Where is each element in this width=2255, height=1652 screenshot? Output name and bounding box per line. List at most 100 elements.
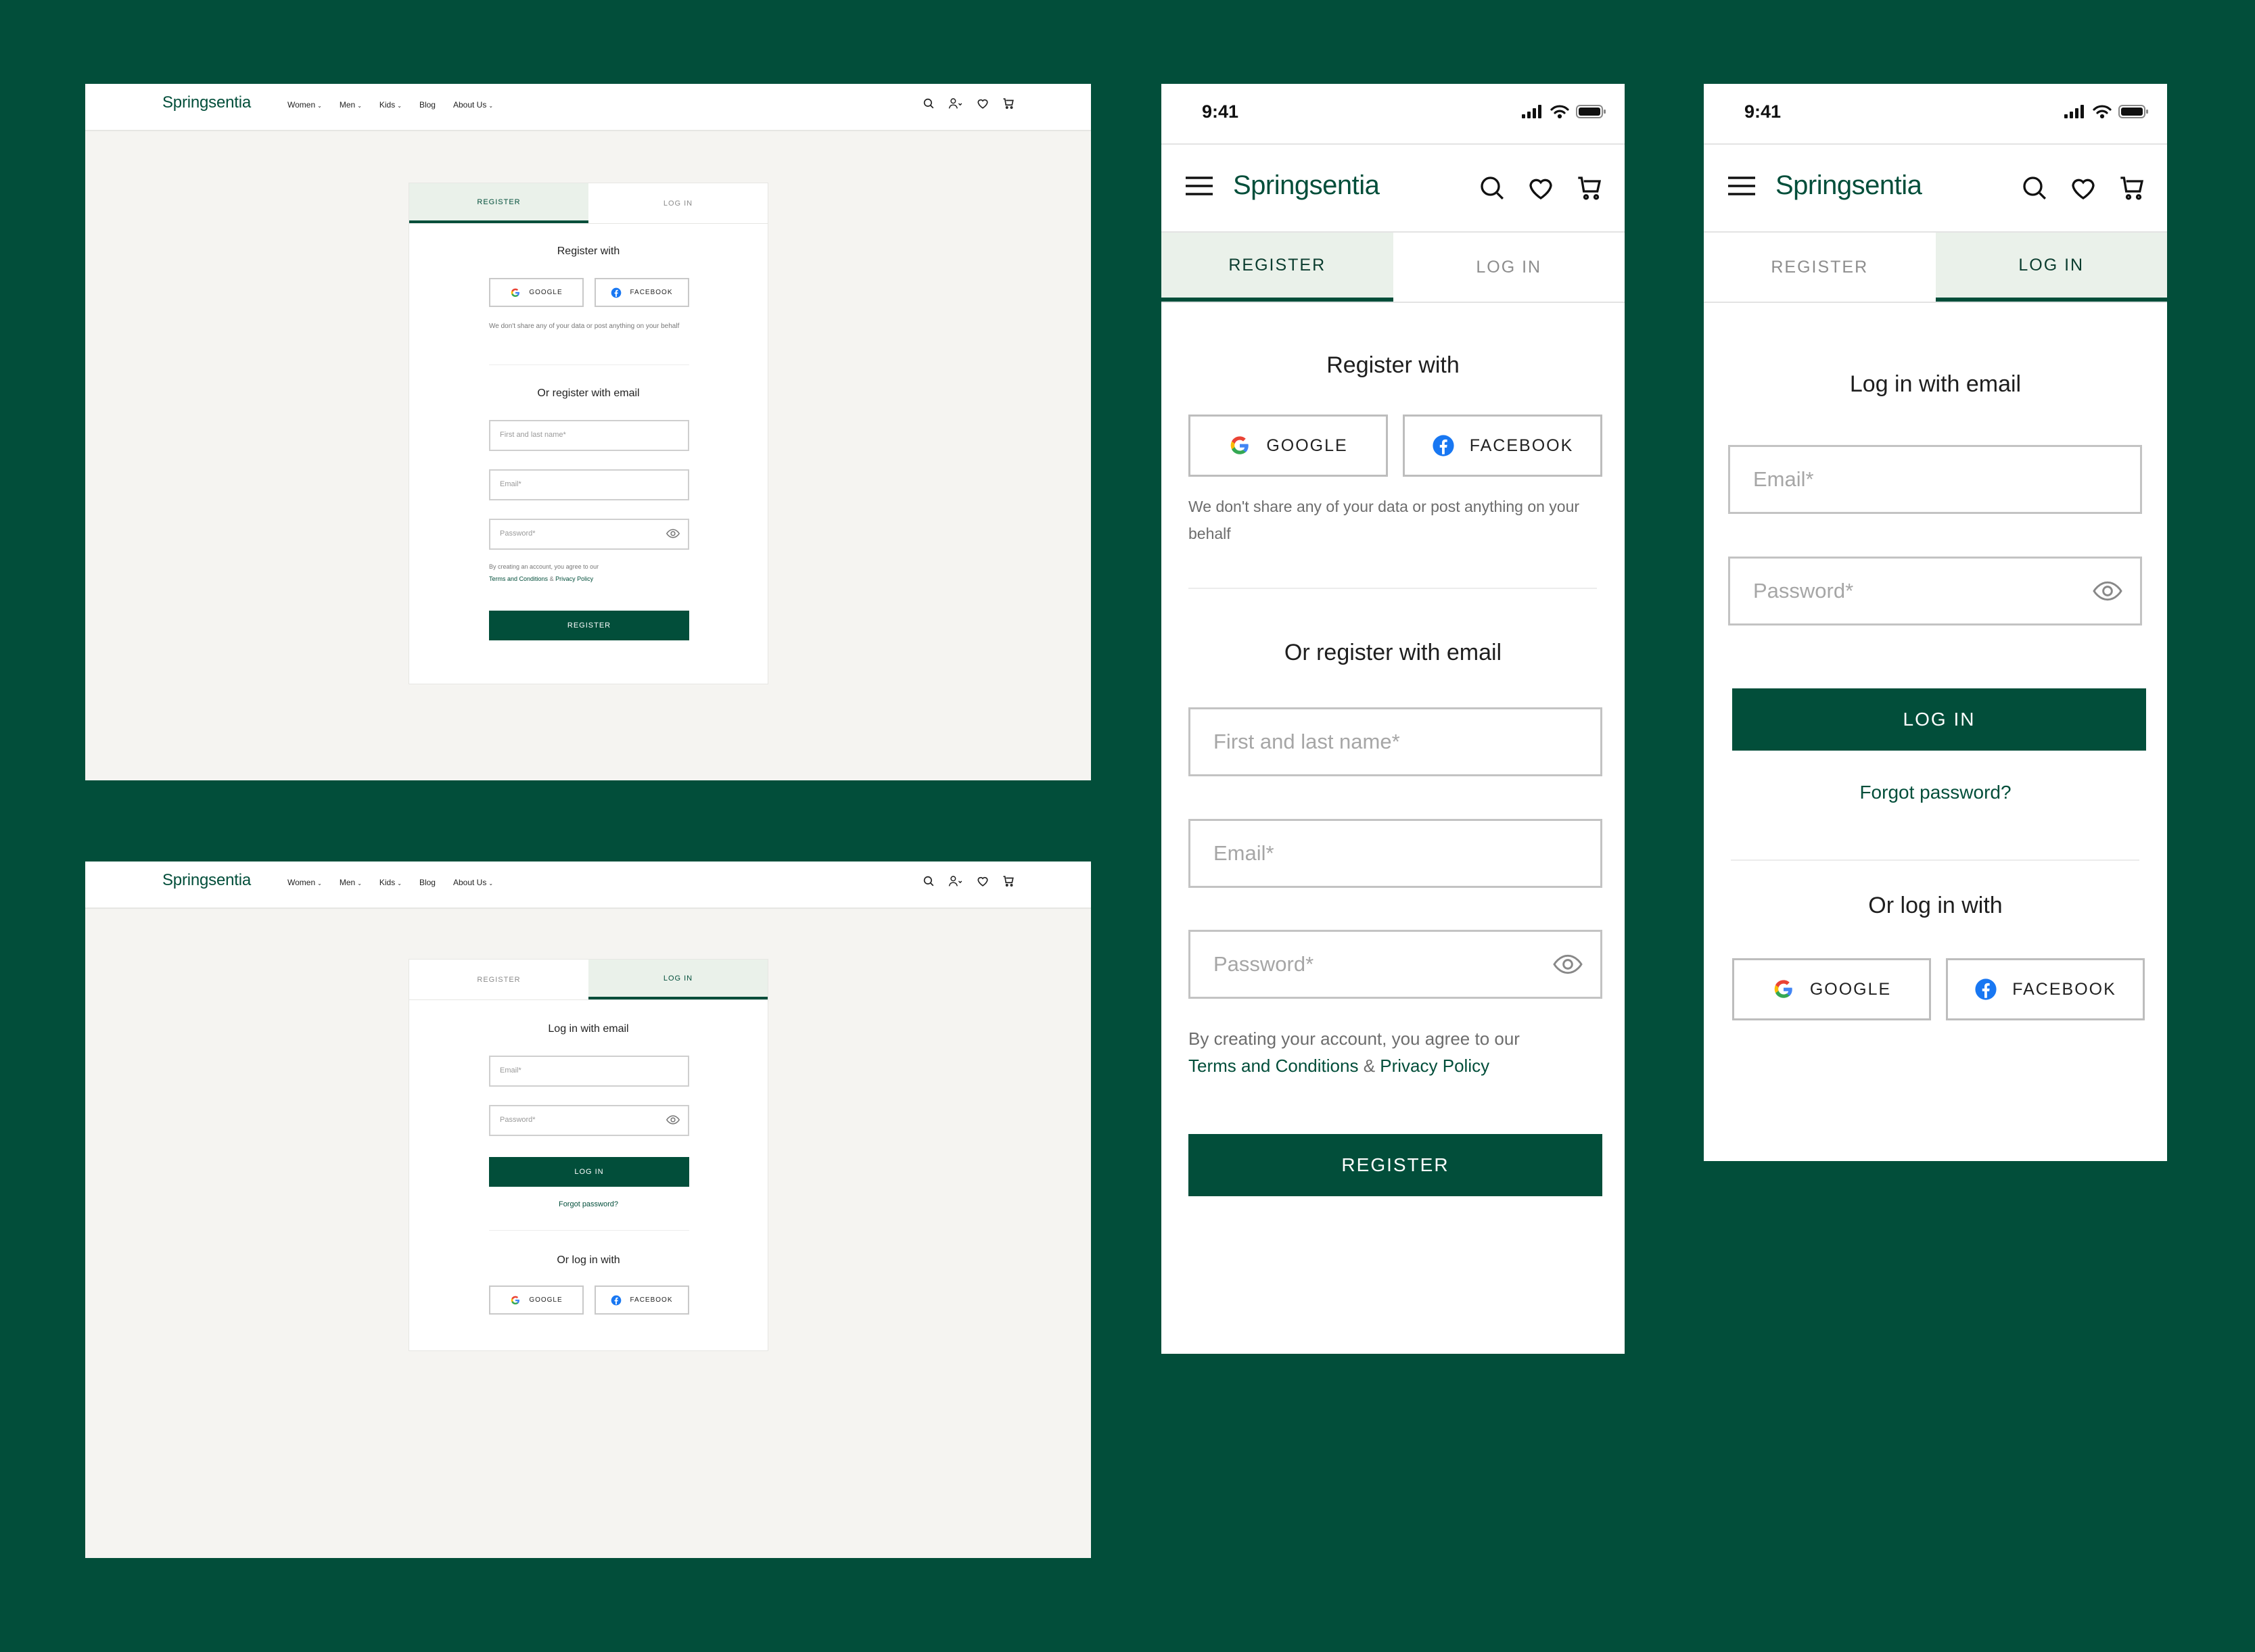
heart-icon[interactable]	[2070, 174, 2097, 202]
account-icon[interactable]	[948, 97, 963, 110]
menu-item-blog[interactable]: Blog	[419, 100, 436, 110]
battery-icon	[2118, 104, 2148, 119]
google-label: GOOGLE	[529, 289, 563, 296]
terms-link[interactable]: Terms and Conditions	[1188, 1056, 1358, 1076]
cart-icon[interactable]	[1002, 97, 1015, 110]
top-navigation: Springsentia Women ⌄ Men ⌄ Kids ⌄ Blog Abou…	[85, 862, 1091, 909]
eye-icon[interactable]	[2093, 577, 2122, 605]
auth-tabs: REGISTER LOG IN	[1161, 233, 1625, 303]
eye-icon[interactable]	[1553, 951, 1583, 978]
facebook-label: FACEBOOK	[630, 289, 673, 296]
email-field[interactable]: Email*	[1728, 445, 2142, 514]
hamburger-menu-icon[interactable]	[1186, 176, 1213, 196]
google-label: GOOGLE	[1266, 435, 1348, 455]
cart-icon[interactable]	[1002, 875, 1015, 887]
register-button[interactable]: REGISTER	[489, 611, 689, 640]
search-icon[interactable]	[923, 97, 935, 110]
google-button[interactable]: GOOGLE	[489, 278, 584, 307]
menu-item-men[interactable]: Men ⌄	[340, 878, 362, 887]
status-icons	[1522, 104, 1606, 119]
menu-item-kids[interactable]: Kids ⌄	[379, 100, 402, 110]
hamburger-menu-icon[interactable]	[1728, 176, 1755, 196]
menu-item-kids[interactable]: Kids ⌄	[379, 878, 402, 887]
email-field[interactable]: Email*	[1188, 819, 1602, 888]
divider	[489, 1230, 689, 1231]
eye-icon[interactable]	[666, 1114, 680, 1125]
status-icons	[2064, 104, 2148, 119]
brand-logo[interactable]: Springsentia	[1775, 170, 1922, 201]
heart-icon[interactable]	[977, 97, 989, 110]
cart-icon[interactable]	[1576, 174, 1603, 202]
google-button[interactable]: GOOGLE	[489, 1285, 584, 1315]
cart-icon[interactable]	[2118, 174, 2145, 202]
menu-item-about[interactable]: About Us ⌄	[453, 878, 493, 887]
register-button[interactable]: REGISTER	[1188, 1134, 1602, 1196]
brand-logo[interactable]: Springsentia	[162, 93, 251, 112]
mobile-header: Springsentia	[1704, 145, 2167, 233]
facebook-button[interactable]: FACEBOOK	[1403, 415, 1602, 477]
menu-item-blog[interactable]: Blog	[419, 878, 436, 887]
status-bar: 9:41	[1704, 84, 2167, 145]
tab-register[interactable]: REGISTER	[409, 183, 588, 223]
login-button[interactable]: LOG IN	[1732, 688, 2146, 751]
menu-item-women[interactable]: Women ⌄	[287, 878, 322, 887]
chevron-down-icon: ⌄	[397, 103, 402, 109]
desktop-register-screen: Springsentia Women ⌄ Men ⌄ Kids ⌄ Blog Abou…	[85, 84, 1091, 780]
google-icon	[510, 287, 521, 298]
google-button[interactable]: GOOGLE	[1188, 415, 1388, 477]
tab-register[interactable]: REGISTER	[1704, 233, 1936, 302]
divider	[1188, 588, 1597, 589]
password-field[interactable]: Password*	[489, 1105, 689, 1136]
register-with-heading: Register with	[557, 245, 620, 257]
tab-login[interactable]: LOG IN	[1935, 233, 2167, 302]
battery-icon	[1576, 104, 1606, 119]
name-field[interactable]: First and last name*	[489, 420, 689, 451]
facebook-button[interactable]: FACEBOOK	[1946, 958, 2145, 1020]
facebook-button[interactable]: FACEBOOK	[595, 1285, 689, 1315]
chevron-down-icon: ⌄	[357, 103, 362, 109]
menu-item-about[interactable]: About Us ⌄	[453, 100, 493, 110]
privacy-note: We don't share any of your data or post …	[489, 323, 680, 330]
desktop-login-screen: Springsentia Women ⌄ Men ⌄ Kids ⌄ Blog Abou…	[85, 862, 1091, 1558]
privacy-note: We don't share any of your data or post …	[1188, 498, 1580, 542]
privacy-link[interactable]: Privacy Policy	[555, 575, 593, 582]
tab-login[interactable]: LOG IN	[588, 183, 768, 223]
search-icon[interactable]	[2021, 174, 2048, 202]
brand-logo[interactable]: Springsentia	[1233, 170, 1380, 201]
google-icon	[510, 1295, 521, 1306]
email-field[interactable]: Email*	[489, 1056, 689, 1087]
name-field[interactable]: First and last name*	[1188, 707, 1602, 776]
google-label: GOOGLE	[1809, 979, 1892, 999]
password-field[interactable]: Password*	[1188, 930, 1602, 999]
email-field[interactable]: Email*	[489, 469, 689, 500]
heart-icon[interactable]	[1527, 174, 1554, 202]
google-button[interactable]: GOOGLE	[1732, 958, 1931, 1020]
tab-register[interactable]: REGISTER	[1161, 233, 1393, 302]
menu-item-women[interactable]: Women ⌄	[287, 100, 322, 110]
forgot-password-link[interactable]: Forgot password?	[1704, 782, 2167, 803]
top-navigation: Springsentia Women ⌄ Men ⌄ Kids ⌄ Blog Abou…	[85, 84, 1091, 131]
status-time: 9:41	[1202, 101, 1239, 122]
menu-item-men[interactable]: Men ⌄	[340, 100, 362, 110]
facebook-button[interactable]: FACEBOOK	[595, 278, 689, 307]
tab-register[interactable]: REGISTER	[409, 960, 588, 999]
brand-logo[interactable]: Springsentia	[162, 871, 251, 890]
search-icon[interactable]	[1479, 174, 1506, 202]
password-field[interactable]: Password*	[489, 519, 689, 550]
forgot-password-link[interactable]: Forgot password?	[409, 1200, 768, 1208]
status-bar: 9:41	[1161, 84, 1625, 145]
tab-login[interactable]: LOG IN	[1393, 233, 1625, 302]
auth-tabs: REGISTER LOG IN	[409, 960, 768, 1000]
header-actions	[1479, 174, 1603, 202]
status-time: 9:41	[1744, 101, 1782, 122]
social-login-heading: Or log in with	[1868, 893, 2003, 918]
account-icon[interactable]	[948, 875, 963, 887]
eye-icon[interactable]	[666, 528, 680, 539]
privacy-link[interactable]: Privacy Policy	[1380, 1056, 1489, 1076]
password-field[interactable]: Password*	[1728, 557, 2142, 626]
terms-link[interactable]: Terms and Conditions	[489, 575, 548, 582]
search-icon[interactable]	[923, 875, 935, 887]
login-button[interactable]: LOG IN	[489, 1157, 689, 1187]
tab-login[interactable]: LOG IN	[588, 960, 768, 999]
heart-icon[interactable]	[977, 875, 989, 887]
